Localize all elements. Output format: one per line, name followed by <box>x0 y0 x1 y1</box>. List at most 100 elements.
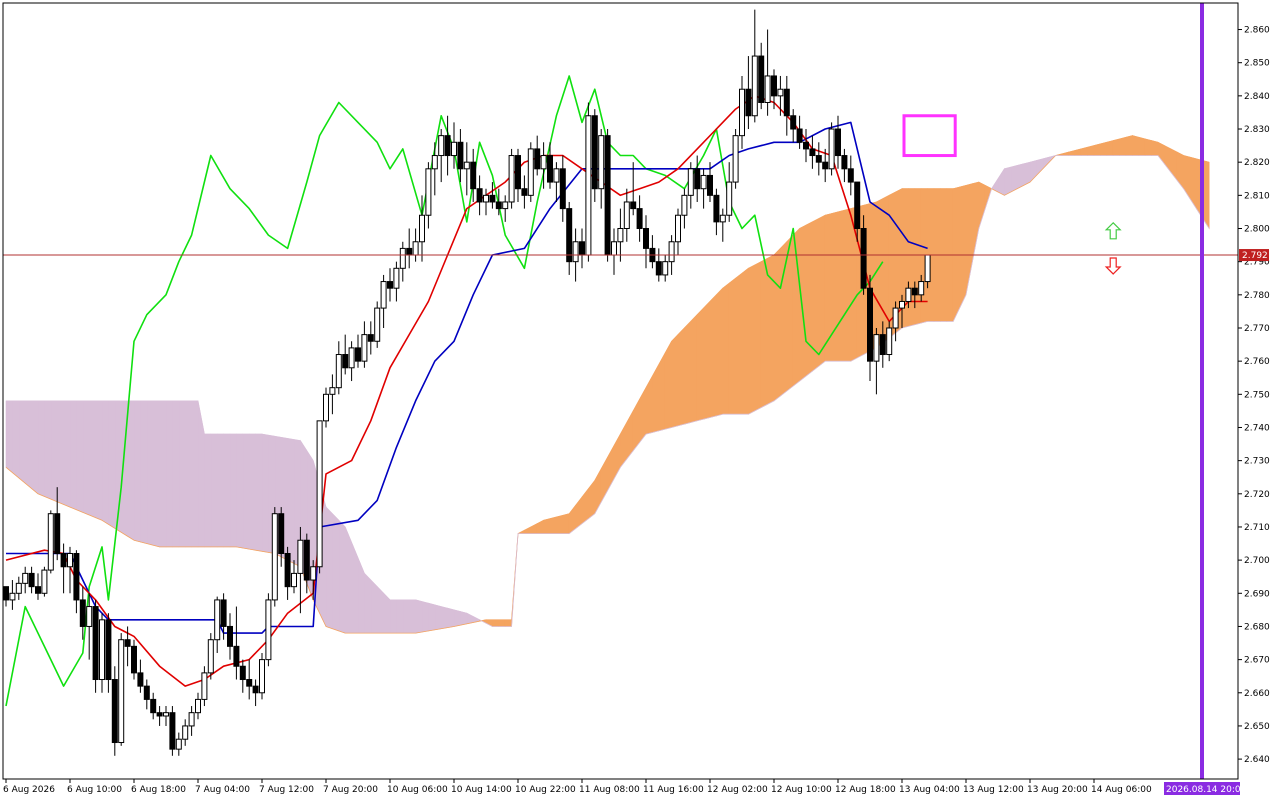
candle[interactable] <box>195 692 201 720</box>
ichimoku-chart[interactable]: 2.640 2.650 2.660 2.670 2.680 2.690 2.700 2.710… <box>0 0 1280 800</box>
candle[interactable] <box>284 546 291 600</box>
candle[interactable] <box>367 321 374 355</box>
candle[interactable] <box>265 593 272 667</box>
candle[interactable] <box>60 543 67 594</box>
candle[interactable] <box>431 142 438 196</box>
candle[interactable] <box>47 510 54 574</box>
candle[interactable] <box>751 9 758 123</box>
candle[interactable] <box>15 576 22 600</box>
candle[interactable] <box>169 706 176 756</box>
candle[interactable] <box>847 155 854 196</box>
candle[interactable] <box>719 208 726 242</box>
candle[interactable] <box>399 241 406 282</box>
candle[interactable] <box>175 732 182 756</box>
candle[interactable] <box>591 109 598 202</box>
candle[interactable] <box>291 560 297 594</box>
candle[interactable] <box>348 341 355 382</box>
candle[interactable] <box>9 580 16 610</box>
candle[interactable] <box>655 248 662 282</box>
candle[interactable] <box>739 75 745 149</box>
candle[interactable] <box>150 692 157 720</box>
candle[interactable] <box>182 719 189 746</box>
candle[interactable] <box>297 526 304 614</box>
candle[interactable] <box>412 228 419 262</box>
candle[interactable] <box>713 188 720 236</box>
candle[interactable] <box>342 334 349 375</box>
candle[interactable] <box>764 29 771 116</box>
chart-canvas[interactable]: 2.640 2.650 2.660 2.670 2.680 2.690 2.700 2.710… <box>0 0 1280 800</box>
candle[interactable] <box>163 706 169 726</box>
candle[interactable] <box>483 188 489 216</box>
candle[interactable] <box>502 195 509 222</box>
candle[interactable] <box>73 550 80 614</box>
candle[interactable] <box>387 268 393 302</box>
candle[interactable] <box>643 215 649 269</box>
candle[interactable] <box>143 679 150 710</box>
candle[interactable] <box>259 652 265 700</box>
candle[interactable] <box>566 201 573 275</box>
candle[interactable] <box>835 115 841 169</box>
candle[interactable] <box>361 321 368 368</box>
candle[interactable] <box>726 162 733 222</box>
candle[interactable] <box>745 56 752 130</box>
candle[interactable] <box>796 115 803 149</box>
candle[interactable] <box>406 228 413 269</box>
candle[interactable] <box>137 659 144 693</box>
candle[interactable] <box>803 129 809 163</box>
candle[interactable] <box>111 666 118 756</box>
candle[interactable] <box>841 148 848 183</box>
candle[interactable] <box>355 334 361 368</box>
candle[interactable] <box>630 162 637 216</box>
candle[interactable] <box>815 142 822 176</box>
candle[interactable] <box>28 566 35 594</box>
candle[interactable] <box>758 42 765 110</box>
candle[interactable] <box>828 122 835 176</box>
candle[interactable] <box>201 666 208 707</box>
candle[interactable] <box>99 613 105 693</box>
candle[interactable] <box>463 142 470 196</box>
candle[interactable] <box>617 208 624 262</box>
candle[interactable] <box>611 228 617 275</box>
candle[interactable] <box>22 566 29 594</box>
candle[interactable] <box>604 129 611 262</box>
candle[interactable] <box>515 148 521 202</box>
candle[interactable] <box>867 274 873 382</box>
candle[interactable] <box>335 341 342 395</box>
candle[interactable] <box>233 606 240 680</box>
candle[interactable] <box>675 208 681 256</box>
candle[interactable] <box>790 109 797 143</box>
candle[interactable] <box>623 188 630 242</box>
candle[interactable] <box>585 102 592 262</box>
candle[interactable] <box>188 706 195 736</box>
candle[interactable] <box>777 75 784 116</box>
candle[interactable] <box>316 420 323 574</box>
candle[interactable] <box>41 566 48 597</box>
candle[interactable] <box>374 301 381 348</box>
candle[interactable] <box>227 613 233 660</box>
candle[interactable] <box>271 507 278 607</box>
candle[interactable] <box>636 195 643 242</box>
candle[interactable] <box>239 659 246 693</box>
candle[interactable] <box>873 327 880 395</box>
candle[interactable] <box>649 235 656 269</box>
candle[interactable] <box>508 148 515 209</box>
candle[interactable] <box>246 659 253 700</box>
candle[interactable] <box>559 155 566 222</box>
candle[interactable] <box>444 115 451 176</box>
candle[interactable] <box>553 162 560 202</box>
candle[interactable] <box>131 639 137 680</box>
candle[interactable] <box>700 168 707 209</box>
candle[interactable] <box>579 228 585 269</box>
candle[interactable] <box>329 374 336 415</box>
candle[interactable] <box>214 596 221 653</box>
candle[interactable] <box>662 255 669 282</box>
candle[interactable] <box>323 387 329 428</box>
candle[interactable] <box>252 679 259 707</box>
candle[interactable] <box>809 135 816 169</box>
candle[interactable] <box>771 69 777 110</box>
candle[interactable] <box>681 188 688 229</box>
candle[interactable] <box>598 129 605 209</box>
candle[interactable] <box>92 599 99 693</box>
candle[interactable] <box>156 706 163 726</box>
candle[interactable] <box>732 129 739 189</box>
